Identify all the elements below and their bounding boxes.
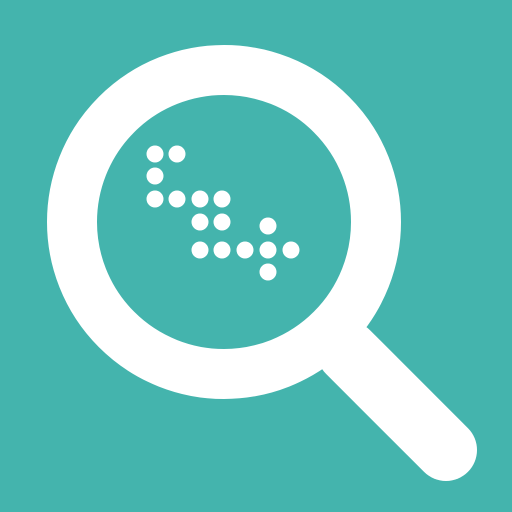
dot xyxy=(259,217,277,235)
dot xyxy=(191,190,209,208)
dot xyxy=(213,241,231,259)
dot xyxy=(168,190,186,208)
dot xyxy=(213,213,231,231)
app-icon xyxy=(0,0,512,512)
magnifier-icon-graphic xyxy=(0,0,512,512)
dot xyxy=(191,241,209,259)
dot xyxy=(146,190,164,208)
dot xyxy=(213,190,231,208)
dot xyxy=(146,167,164,185)
dot xyxy=(168,145,186,163)
dot xyxy=(282,241,300,259)
dot xyxy=(259,241,277,259)
dot xyxy=(259,263,277,281)
dot xyxy=(146,145,164,163)
dot xyxy=(236,241,254,259)
dot xyxy=(191,213,209,231)
